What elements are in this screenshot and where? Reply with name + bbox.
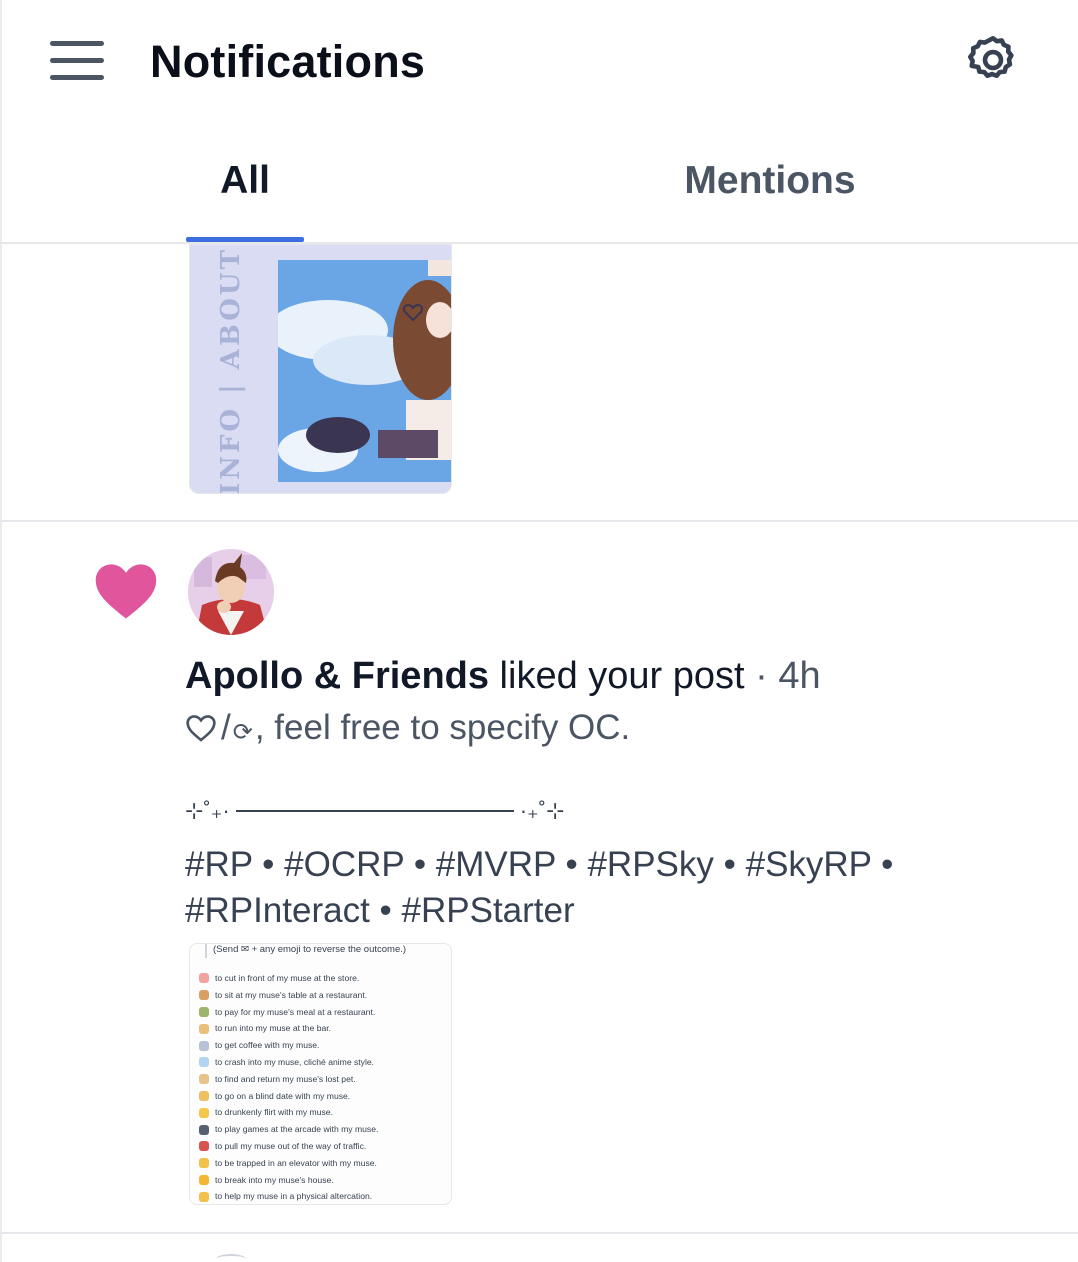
list-item: to sit at my muse's table at a restauran… xyxy=(199,987,451,1004)
page-title: Notifications xyxy=(150,36,426,87)
hamburger-menu-icon[interactable] xyxy=(50,40,104,82)
list-item: to drunkenly flirt with my muse. xyxy=(199,1104,451,1121)
hashtags[interactable]: #RP • #OCRP • #MVRP • #RPSky • #SkyRP • … xyxy=(185,842,975,934)
heart-icon xyxy=(95,564,157,619)
notification-text[interactable]: Apollo & Friends liked your post · 4h xyxy=(185,655,821,698)
notification-time: 4h xyxy=(778,655,821,697)
active-tab-indicator xyxy=(186,237,304,242)
list-divider xyxy=(0,1232,1078,1234)
list-item: to break into my muse's house. xyxy=(199,1172,451,1189)
app-header: Notifications xyxy=(0,0,1078,120)
post-image-thumbnail[interactable]: INFO | ABOUT xyxy=(189,244,452,494)
sparkle-right: ·₊˚⊹ xyxy=(519,798,565,823)
separator-dot: · xyxy=(744,655,779,697)
list-item: to get coffee with my muse. xyxy=(199,1037,451,1054)
avatar[interactable] xyxy=(188,549,274,635)
list-item: to go on a blind date with my muse. xyxy=(199,1088,451,1105)
preview-header: (Send ✉ + any emoji to reverse the outco… xyxy=(205,944,451,958)
tab-all[interactable]: All xyxy=(186,120,304,242)
decorative-divider: ⊹˚₊· ·₊˚⊹ xyxy=(185,798,564,824)
post-text: , feel free to specify OC. xyxy=(254,708,631,747)
image-side-text: INFO | ABOUT xyxy=(216,247,246,494)
slash: / xyxy=(221,708,231,747)
notification-action: liked your post xyxy=(489,655,745,697)
list-item: to pay for my muse's meal at a restauran… xyxy=(199,1004,451,1021)
list-divider xyxy=(0,520,1078,522)
list-item: to help my muse in a physical altercatio… xyxy=(199,1188,451,1204)
avatar-image xyxy=(188,549,274,635)
anime-illustration xyxy=(278,260,451,482)
sparkle-left: ⊹˚₊· xyxy=(185,798,230,823)
notification-tabs: All Mentions xyxy=(0,120,1078,244)
next-avatar-edge xyxy=(216,1254,246,1262)
gear-icon[interactable] xyxy=(964,32,1022,90)
divider-line xyxy=(235,810,514,812)
actor-name[interactable]: Apollo & Friends xyxy=(185,655,489,697)
list-item: to run into my muse at the bar. xyxy=(199,1020,451,1037)
preview-list: to cut in front of my muse at the store.… xyxy=(199,970,451,1204)
outline-heart-icon xyxy=(186,715,216,742)
list-item: to pull my muse out of the way of traffi… xyxy=(199,1138,451,1155)
tab-mentions[interactable]: Mentions xyxy=(640,120,900,242)
list-item: to be trapped in an elevator with my mus… xyxy=(199,1155,451,1172)
repost-icon: ⟳ xyxy=(232,718,253,746)
list-item: to find and return my muse's lost pet. xyxy=(199,1071,451,1088)
list-item: to play games at the arcade with my muse… xyxy=(199,1121,451,1138)
post-text-line: / ⟳ , feel free to specify OC. xyxy=(185,708,630,748)
list-item: to crash into my muse, cliché anime styl… xyxy=(199,1054,451,1071)
post-image-preview[interactable]: (Send ✉ + any emoji to reverse the outco… xyxy=(189,943,452,1205)
list-item: to cut in front of my muse at the store. xyxy=(199,970,451,987)
